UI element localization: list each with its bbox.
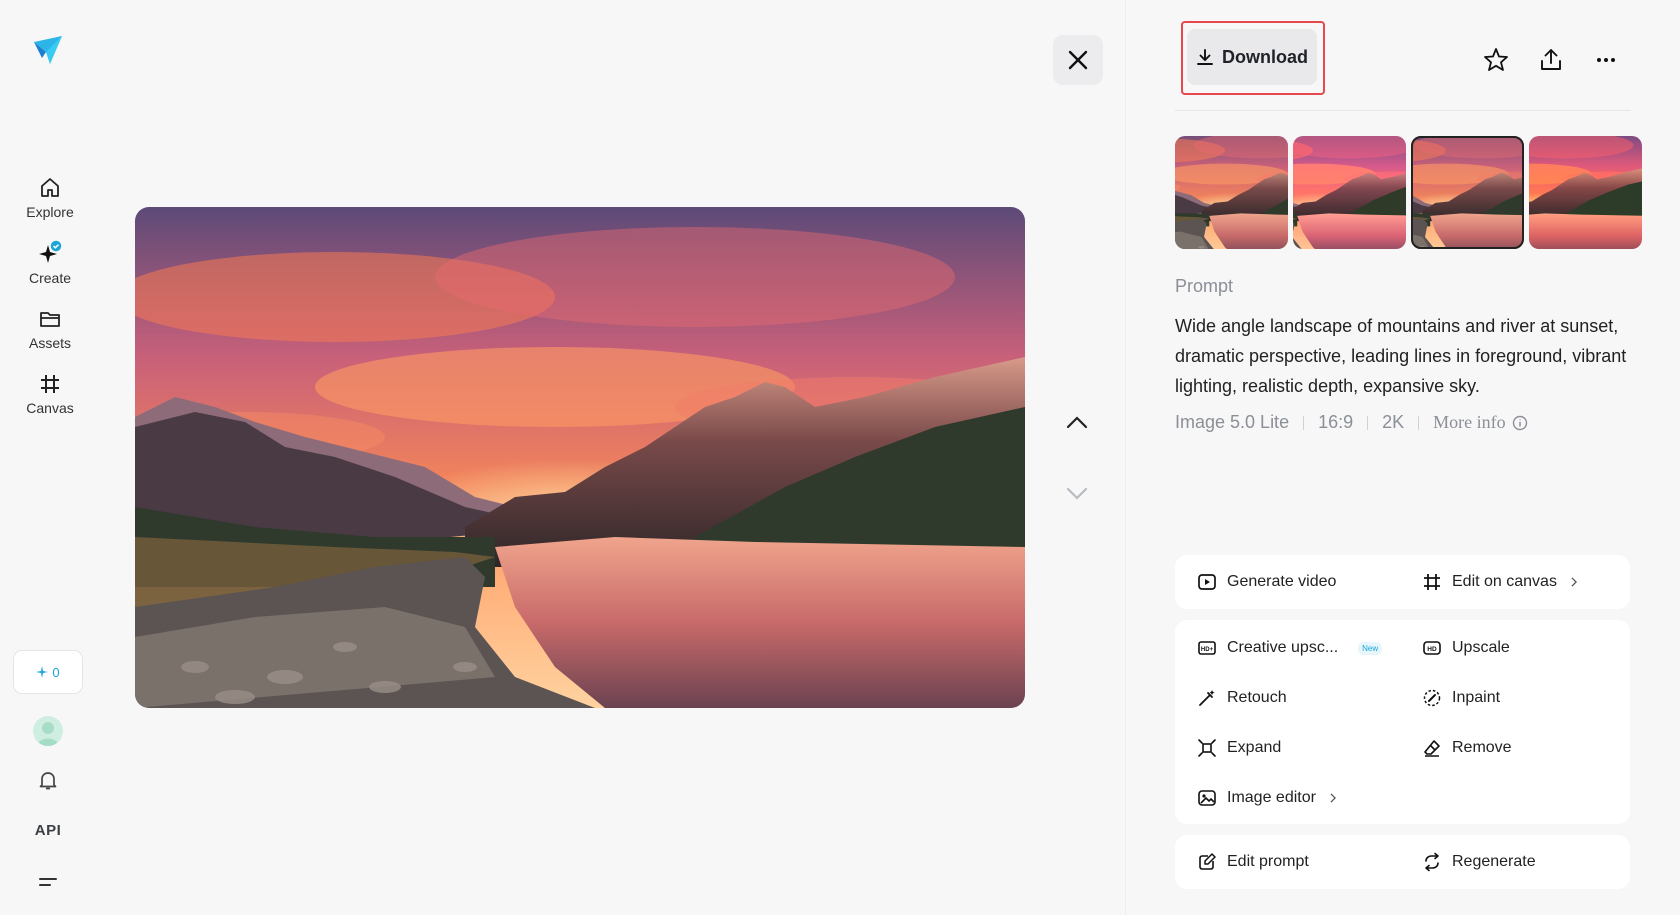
action-label: Expand bbox=[1227, 739, 1282, 756]
chevron-right-icon bbox=[1571, 577, 1577, 587]
favorite-star-icon[interactable] bbox=[1482, 46, 1510, 74]
meta-separator bbox=[1303, 415, 1305, 430]
thumbnail-1[interactable] bbox=[1175, 136, 1288, 249]
landscape-image bbox=[135, 207, 1025, 708]
hd-icon: HD bbox=[1423, 641, 1441, 655]
credits-count: 0 bbox=[52, 664, 60, 680]
regenerate-icon bbox=[1425, 852, 1439, 872]
chevron-up-icon bbox=[1066, 416, 1088, 429]
actions-card-prompt: Edit prompt Regenerate bbox=[1175, 835, 1630, 889]
video-play-icon bbox=[1198, 574, 1216, 590]
sidebar-item-label: Create bbox=[28, 270, 72, 286]
aspect-ratio: 16:9 bbox=[1318, 412, 1354, 432]
close-icon bbox=[1068, 50, 1088, 70]
more-info-label: More info bbox=[1433, 412, 1506, 432]
regenerate-button[interactable]: Regenerate bbox=[1422, 852, 1536, 872]
image-editor-button[interactable]: Image editor bbox=[1197, 788, 1340, 808]
inpaint-button[interactable]: Inpaint bbox=[1422, 688, 1500, 708]
canvas-icon bbox=[1424, 574, 1440, 590]
more-info-link[interactable]: More info bbox=[1433, 412, 1527, 433]
next-image-button[interactable] bbox=[1062, 478, 1092, 508]
sidebar-item-explore[interactable]: Explore bbox=[0, 176, 100, 220]
create-sparkle-icon bbox=[39, 239, 63, 263]
prompt-text: Wide angle landscape of mountains and ri… bbox=[1175, 316, 1627, 396]
sidebar-item-label: Canvas bbox=[26, 400, 74, 416]
creative-upscale-button[interactable]: HD+ Creative upsc... New bbox=[1197, 638, 1383, 658]
chevron-down-icon bbox=[1066, 487, 1088, 500]
download-label: Download bbox=[1222, 46, 1308, 67]
more-options-icon[interactable] bbox=[1592, 46, 1620, 74]
edit-on-canvas-button[interactable]: Edit on canvas bbox=[1422, 572, 1581, 592]
retouch-button[interactable]: Retouch bbox=[1197, 688, 1287, 708]
image-editor-icon bbox=[1198, 790, 1216, 806]
notification-bell-icon[interactable] bbox=[36, 768, 60, 792]
eraser-icon bbox=[1424, 740, 1440, 757]
chevron-right-icon bbox=[1330, 793, 1336, 803]
meta-separator bbox=[1418, 415, 1420, 430]
sparkle-icon bbox=[36, 666, 49, 678]
panel-divider bbox=[1125, 0, 1126, 915]
main-image[interactable] bbox=[135, 207, 1025, 708]
info-icon bbox=[1512, 415, 1527, 430]
sidebar-item-label: Explore bbox=[26, 204, 74, 220]
sidebar-item-create[interactable]: Create bbox=[0, 239, 100, 286]
app-logo-icon[interactable] bbox=[32, 34, 64, 66]
sidebar-item-assets[interactable]: Assets bbox=[0, 307, 100, 351]
thumbnail-4[interactable] bbox=[1529, 136, 1642, 249]
actions-card-primary: Generate video Edit on canvas bbox=[1175, 555, 1630, 609]
action-label: Image editor bbox=[1227, 789, 1316, 806]
canvas-icon bbox=[41, 375, 59, 393]
expand-icon bbox=[1198, 739, 1216, 757]
thumbnail-2[interactable] bbox=[1293, 136, 1406, 249]
download-highlight: Download bbox=[1181, 21, 1325, 95]
collapse-menu-icon[interactable] bbox=[36, 870, 60, 894]
svg-text:HD: HD bbox=[1427, 646, 1437, 653]
model-name: Image 5.0 Lite bbox=[1175, 412, 1290, 432]
new-badge: New bbox=[1358, 641, 1383, 655]
action-label: Inpaint bbox=[1452, 689, 1501, 706]
svg-text:HD+: HD+ bbox=[1201, 647, 1214, 653]
avatar[interactable] bbox=[33, 716, 63, 746]
api-link[interactable]: API bbox=[30, 822, 66, 839]
folder-icon bbox=[40, 312, 60, 327]
action-label: Regenerate bbox=[1452, 853, 1536, 870]
edit-prompt-icon bbox=[1199, 853, 1216, 870]
generate-video-button[interactable]: Generate video bbox=[1197, 572, 1336, 592]
home-icon bbox=[41, 178, 59, 197]
action-label: Remove bbox=[1452, 739, 1512, 756]
remove-button[interactable]: Remove bbox=[1422, 738, 1512, 758]
previous-image-button[interactable] bbox=[1062, 408, 1092, 438]
inpaint-brush-icon bbox=[1423, 689, 1441, 707]
close-button[interactable] bbox=[1053, 35, 1103, 85]
header-divider bbox=[1175, 110, 1631, 111]
action-label: Edit on canvas bbox=[1452, 573, 1557, 590]
share-icon[interactable] bbox=[1537, 46, 1565, 74]
download-button[interactable]: Download bbox=[1187, 29, 1317, 85]
magic-wand-icon bbox=[1199, 690, 1215, 706]
sidebar: Explore Create Assets Canvas 0 API bbox=[0, 0, 100, 915]
upscale-button[interactable]: HD Upscale bbox=[1422, 638, 1510, 658]
image-meta: Image 5.0 Lite 16:9 2K More info bbox=[1175, 412, 1528, 433]
download-icon bbox=[1197, 49, 1213, 65]
resolution: 2K bbox=[1382, 412, 1405, 432]
action-label: Retouch bbox=[1227, 689, 1287, 706]
sidebar-item-canvas[interactable]: Canvas bbox=[0, 372, 100, 416]
creative-upscale-icon: HD+ bbox=[1198, 641, 1216, 655]
action-label: Upscale bbox=[1452, 639, 1510, 656]
prompt-title: Prompt bbox=[1175, 276, 1234, 296]
edit-prompt-button[interactable]: Edit prompt bbox=[1197, 852, 1309, 872]
expand-button[interactable]: Expand bbox=[1197, 738, 1281, 758]
action-label: Generate video bbox=[1227, 573, 1337, 590]
actions-card-edit: HD+ Creative upsc... New HD Upscale Reto… bbox=[1175, 620, 1630, 824]
sidebar-item-label: Assets bbox=[28, 335, 71, 351]
action-label: Creative upsc... bbox=[1227, 639, 1339, 656]
credits-badge[interactable]: 0 bbox=[13, 650, 83, 694]
meta-separator bbox=[1367, 415, 1369, 430]
thumbnail-3-selected[interactable] bbox=[1411, 136, 1524, 249]
action-label: Edit prompt bbox=[1227, 853, 1309, 870]
